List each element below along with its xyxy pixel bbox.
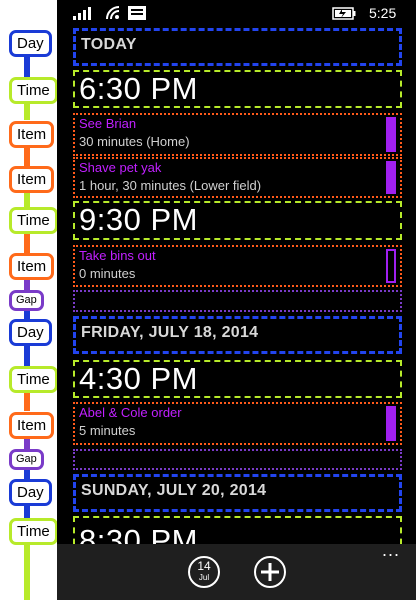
agenda-item[interactable]: Abel & Cole order 5 minutes <box>73 402 402 445</box>
agenda-item[interactable]: Take bins out 0 minutes <box>73 245 402 287</box>
wifi-icon <box>106 6 120 20</box>
day-header-label: TODAY <box>81 36 137 53</box>
calendar-color-bar <box>386 249 396 283</box>
time-header: 6:30 PM <box>73 70 402 108</box>
item-title: Take bins out <box>79 248 156 263</box>
calendar-color-bar <box>386 406 396 441</box>
legend-badge-gap: Gap <box>9 290 44 311</box>
day-header-friday: FRIDAY, JULY 18, 2014 <box>73 316 402 354</box>
add-button[interactable] <box>254 556 286 588</box>
day-header-label: SUNDAY, JULY 20, 2014 <box>81 482 267 499</box>
legend-badge-item: Item <box>9 166 55 193</box>
item-title: Abel & Cole order <box>79 405 182 420</box>
time-header: 9:30 PM <box>73 201 402 240</box>
day-header-today: TODAY <box>73 28 402 66</box>
more-options-button[interactable]: ... <box>382 540 400 561</box>
calendar-day-number: 14 <box>197 559 211 573</box>
signal-icon <box>73 7 91 20</box>
item-subtitle: 0 minutes <box>79 266 136 281</box>
agenda-item[interactable]: Shave pet yak 1 hour, 30 minutes (Lower … <box>73 157 402 198</box>
connector-line <box>24 343 30 367</box>
gap-spacer <box>73 449 402 470</box>
app-bar: 14 Jul ... <box>57 540 416 600</box>
message-icon <box>128 6 146 20</box>
legend-badge-time: Time <box>9 77 58 104</box>
legend-badge-gap: Gap <box>9 449 44 470</box>
legend-badge-item: Item <box>9 412 55 439</box>
legend-strip: Day Time Item Item Time Item Gap Day Tim… <box>0 0 58 600</box>
plus-icon <box>261 563 279 581</box>
status-bar: 5:25 <box>57 0 416 26</box>
legend-badge-day: Day <box>9 319 52 346</box>
calendar-color-bar <box>386 117 396 152</box>
time-header-label: 6:30 PM <box>79 71 198 106</box>
legend-badge-item: Item <box>9 253 55 280</box>
status-time: 5:25 <box>369 5 397 21</box>
time-header-label: 4:30 PM <box>79 361 198 396</box>
connector-line <box>24 542 30 600</box>
legend-badge-day: Day <box>9 479 52 506</box>
legend-badge-item: Item <box>9 121 55 148</box>
gap-spacer <box>73 290 402 312</box>
time-header-label: 9:30 PM <box>79 202 198 237</box>
calendar-color-bar <box>386 161 396 194</box>
item-title: See Brian <box>79 116 137 131</box>
calendar-month: Jul <box>198 573 210 582</box>
time-header: 4:30 PM <box>73 360 402 398</box>
legend-badge-time: Time <box>9 518 58 545</box>
today-calendar-button[interactable]: 14 Jul <box>188 556 220 588</box>
item-subtitle: 5 minutes <box>79 423 136 438</box>
battery-icon <box>332 7 356 20</box>
day-header-sunday: SUNDAY, JULY 20, 2014 <box>73 474 402 512</box>
legend-badge-time: Time <box>9 207 58 234</box>
item-title: Shave pet yak <box>79 160 162 175</box>
legend-badge-day: Day <box>9 30 52 57</box>
legend-badge-time: Time <box>9 366 58 393</box>
agenda-item[interactable]: See Brian 30 minutes (Home) <box>73 113 402 156</box>
item-subtitle: 30 minutes (Home) <box>79 134 190 149</box>
phone-screen: 5:25 TODAY 6:30 PM See Brian 30 minutes … <box>57 0 416 600</box>
item-subtitle: 1 hour, 30 minutes (Lower field) <box>79 178 262 193</box>
day-header-label: FRIDAY, JULY 18, 2014 <box>81 324 259 341</box>
